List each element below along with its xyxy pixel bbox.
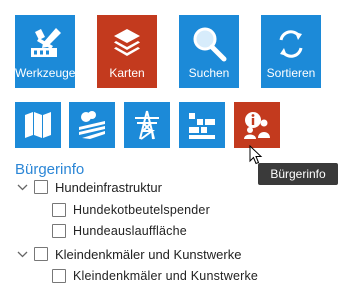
item-label: Kleindenkmäler und Kunstwerke (73, 269, 259, 283)
chevron-down-icon[interactable] (16, 181, 29, 194)
tree-group-hundeinfrastruktur: Hundeinfrastruktur (16, 177, 162, 197)
building-blocks-icon (189, 113, 215, 139)
mouse-cursor-icon (249, 145, 263, 165)
group-checkbox[interactable] (34, 247, 48, 261)
tooltip: Bürgerinfo (258, 163, 338, 185)
layers-icon (114, 29, 140, 56)
suchen-button[interactable]: Suchen (179, 15, 239, 88)
sortieren-label: Sortieren (266, 66, 316, 80)
tools-icon (31, 28, 61, 57)
landuse-icon (79, 111, 105, 139)
sort-icon (279, 30, 303, 58)
tree-item-hundeauslaufflaeche: Hundeauslauffläche (52, 221, 187, 241)
werkzeuge-button[interactable]: Werkzeuge (15, 15, 75, 88)
suchen-label: Suchen (188, 66, 230, 80)
power-tower-button[interactable] (124, 102, 170, 148)
werkzeuge-label: Werkzeuge (15, 66, 76, 80)
item-checkbox[interactable] (52, 224, 66, 238)
sortieren-button[interactable]: Sortieren (261, 15, 321, 88)
building-blocks-button[interactable] (179, 102, 225, 148)
item-label: Hundekotbeutelspender (73, 203, 210, 217)
item-checkbox[interactable] (52, 203, 66, 217)
section-title: Bürgerinfo (15, 161, 85, 178)
map-fold-icon (25, 112, 51, 138)
power-tower-icon (135, 110, 159, 140)
map-fold-button[interactable] (15, 102, 61, 148)
group-label: Hundeinfrastruktur (55, 179, 162, 195)
item-checkbox[interactable] (52, 269, 66, 283)
tree-item-kleindenkmaeler-kunstwerke: Kleindenkmäler und Kunstwerke (52, 266, 258, 286)
citizen-info-button[interactable] (234, 102, 280, 148)
tree-item-hundekotbeutelspender: Hundekotbeutelspender (52, 200, 210, 220)
citizen-info-icon (244, 112, 270, 139)
group-label: Kleindenkmäler und Kunstwerke (55, 246, 242, 262)
group-checkbox[interactable] (34, 180, 48, 194)
chevron-down-icon[interactable] (16, 248, 29, 261)
item-label: Hundeauslauffläche (73, 224, 187, 238)
search-icon (193, 27, 227, 62)
karten-button[interactable]: Karten (97, 15, 157, 88)
tree-group-kleindenkmaeler: Kleindenkmäler und Kunstwerke (16, 244, 241, 264)
karten-label: Karten (109, 66, 145, 80)
landuse-button[interactable] (69, 102, 115, 148)
